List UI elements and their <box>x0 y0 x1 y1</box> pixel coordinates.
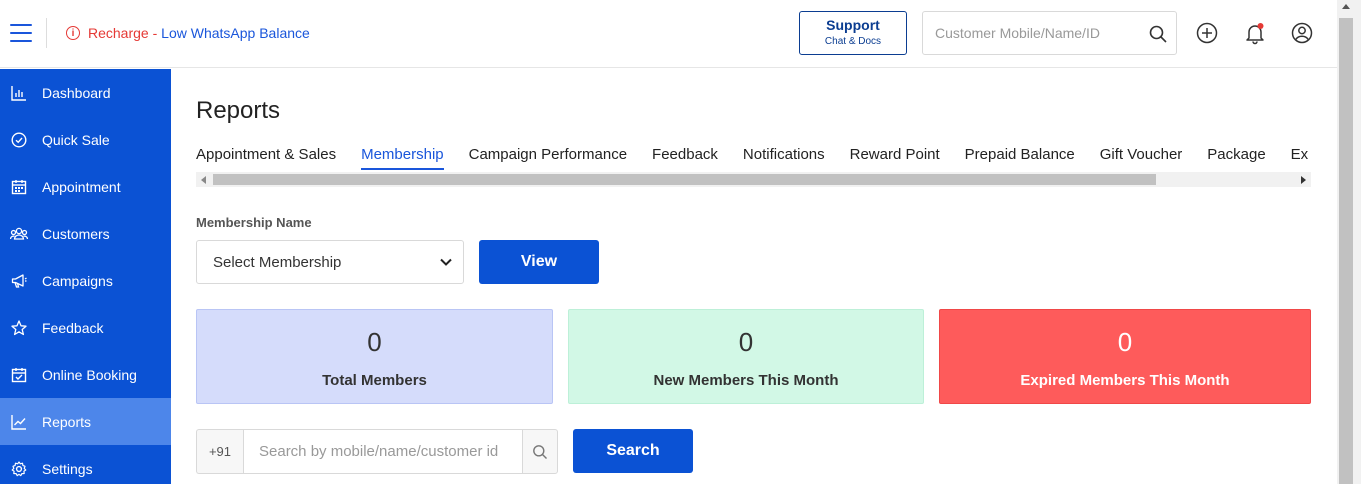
sidebar-item-online-booking[interactable]: Online Booking <box>0 351 171 398</box>
sidebar-item-appointment[interactable]: Appointment <box>0 163 171 210</box>
view-button[interactable]: View <box>479 240 599 284</box>
total-members-value: 0 <box>367 327 382 357</box>
info-icon: i <box>66 26 80 40</box>
add-icon[interactable] <box>1195 21 1219 45</box>
sidebar-item-label: Feedback <box>42 319 104 336</box>
scroll-up-arrow-icon[interactable] <box>1342 4 1350 9</box>
sidebar-item-label: Campaigns <box>42 272 113 289</box>
tab-package[interactable]: Package <box>1207 146 1265 168</box>
page-vertical-scrollbar[interactable] <box>1337 0 1361 484</box>
tab-reward-point[interactable]: Reward Point <box>850 146 940 168</box>
new-members-value: 0 <box>738 327 754 357</box>
scroll-right-arrow-icon[interactable] <box>1301 176 1306 184</box>
search-icon[interactable] <box>1148 24 1168 49</box>
tab-feedback[interactable]: Feedback <box>652 146 718 168</box>
sidebar-item-reports[interactable]: Reports <box>0 398 171 445</box>
total-members-label: Total Members <box>322 372 427 389</box>
user-profile-icon[interactable] <box>1290 21 1314 45</box>
search-icon[interactable] <box>522 429 558 474</box>
sidebar-item-label: Settings <box>42 460 93 477</box>
search-button[interactable]: Search <box>573 429 693 473</box>
sidebar-item-label: Reports <box>42 413 92 430</box>
tab-membership[interactable]: Membership <box>361 146 444 170</box>
sidebar-item-quick-sale[interactable]: Quick Sale <box>0 116 171 163</box>
recharge-prefix: Recharge - <box>88 25 162 41</box>
recharge-link-text: Low WhatsApp Balance <box>161 25 310 41</box>
megaphone-icon <box>10 272 28 290</box>
member-search-box <box>243 429 523 474</box>
tab-campaign-performance[interactable]: Campaign Performance <box>469 146 627 168</box>
expired-members-value: 0 <box>1117 327 1133 357</box>
tab-prepaid-balance[interactable]: Prepaid Balance <box>965 146 1075 168</box>
tab-appointment-sales[interactable]: Appointment & Sales <box>196 146 336 168</box>
tab-notifications[interactable]: Notifications <box>743 146 825 168</box>
membership-select[interactable]: Select Membership <box>196 240 464 284</box>
users-icon <box>10 225 28 243</box>
sidebar-item-feedback[interactable]: Feedback <box>0 304 171 351</box>
membership-name-label: Membership Name <box>196 215 312 230</box>
total-members-card: 0 Total Members <box>196 309 553 404</box>
hamburger-menu-icon[interactable] <box>10 24 32 44</box>
sidebar-item-label: Appointment <box>42 178 121 195</box>
sidebar-item-label: Online Booking <box>42 366 137 383</box>
country-code: +91 <box>196 429 243 474</box>
scrollbar-thumb[interactable] <box>1339 18 1353 484</box>
trend-chart-icon <box>10 413 28 431</box>
recharge-alert-link[interactable]: i Recharge - Low WhatsApp Balance <box>66 25 310 41</box>
sidebar-item-settings[interactable]: Settings <box>0 445 171 484</box>
expired-members-label: Expired Members This Month <box>1020 372 1230 389</box>
member-search-input[interactable] <box>244 443 514 460</box>
top-bar: i Recharge - Low WhatsApp Balance Suppor… <box>0 0 1337 68</box>
tabs-horizontal-scrollbar[interactable] <box>196 172 1311 187</box>
sidebar-item-campaigns[interactable]: Campaigns <box>0 257 171 304</box>
tab-truncated[interactable]: Ex <box>1291 146 1309 168</box>
calendar-icon <box>10 178 28 196</box>
sidebar-item-label: Dashboard <box>42 84 111 101</box>
new-members-card: 0 New Members This Month <box>568 309 924 404</box>
support-button[interactable]: Support Chat & Docs <box>799 11 907 55</box>
new-members-label: New Members This Month <box>653 372 839 389</box>
expired-members-card: 0 Expired Members This Month <box>939 309 1311 404</box>
support-subtitle: Chat & Docs <box>824 36 882 47</box>
customer-search-box <box>922 11 1177 55</box>
chevron-down-icon <box>439 255 453 273</box>
membership-select-value: Select Membership <box>213 253 342 271</box>
scrollbar-thumb[interactable] <box>213 174 1156 185</box>
tab-gift-voucher[interactable]: Gift Voucher <box>1100 146 1183 168</box>
calendar-check-icon <box>10 366 28 384</box>
sidebar-item-customers[interactable]: Customers <box>0 210 171 257</box>
report-tabs: Appointment & Sales Membership Campaign Pe… <box>196 146 1311 172</box>
notification-bell-icon[interactable] <box>1243 21 1267 45</box>
divider <box>46 18 47 48</box>
page-title: Reports <box>196 97 281 124</box>
star-icon <box>10 319 28 337</box>
gear-icon <box>10 460 28 478</box>
sidebar-item-label: Quick Sale <box>42 131 110 148</box>
support-title: Support <box>826 17 880 33</box>
check-circle-icon <box>10 131 28 149</box>
bar-chart-icon <box>10 84 28 102</box>
scroll-left-arrow-icon[interactable] <box>201 176 206 184</box>
sidebar: Dashboard Quick Sale Appointment Custome… <box>0 69 171 484</box>
customer-search-input[interactable] <box>923 25 1138 41</box>
sidebar-item-label: Customers <box>42 225 110 242</box>
sidebar-item-dashboard[interactable]: Dashboard <box>0 69 171 116</box>
